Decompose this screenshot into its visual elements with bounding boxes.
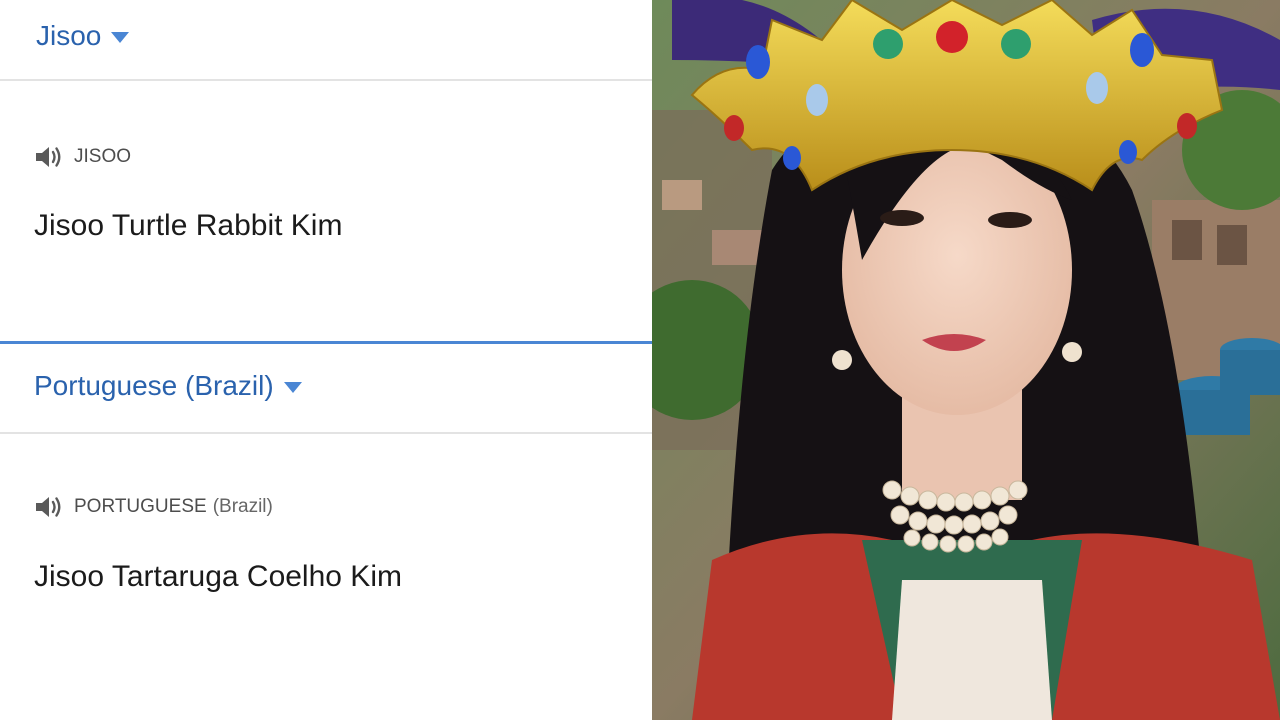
speaker-icon bbox=[36, 497, 61, 517]
divider bbox=[0, 432, 652, 434]
active-divider bbox=[0, 341, 652, 344]
chevron-down-icon bbox=[283, 381, 302, 393]
portrait-illustration bbox=[652, 0, 1280, 720]
translation-panel: Jisoo JISOO Jisoo Turtle Rabbit Kim Port… bbox=[0, 0, 652, 720]
source-speaker-label: JISOO bbox=[74, 146, 132, 167]
source-text: Jisoo Turtle Rabbit Kim bbox=[34, 209, 343, 242]
target-speaker-label: PORTUGUESE bbox=[74, 496, 207, 517]
speaker-icon bbox=[36, 147, 61, 167]
chevron-down-icon bbox=[111, 31, 130, 43]
target-language-selector[interactable]: Portuguese (Brazil) bbox=[0, 356, 652, 416]
portrait-image bbox=[652, 0, 1280, 720]
target-text: Jisoo Tartaruga Coelho Kim bbox=[34, 560, 402, 593]
target-speaker-sublabel: (Brazil) bbox=[212, 496, 273, 517]
divider bbox=[0, 79, 652, 81]
target-language-label: Portuguese (Brazil) bbox=[34, 370, 274, 401]
target-speak-button[interactable]: PORTUGUESE (Brazil) bbox=[34, 494, 273, 520]
source-language-label: Jisoo bbox=[36, 20, 102, 51]
source-speak-button[interactable]: JISOO bbox=[34, 144, 131, 170]
source-language-selector[interactable]: Jisoo bbox=[0, 8, 652, 64]
